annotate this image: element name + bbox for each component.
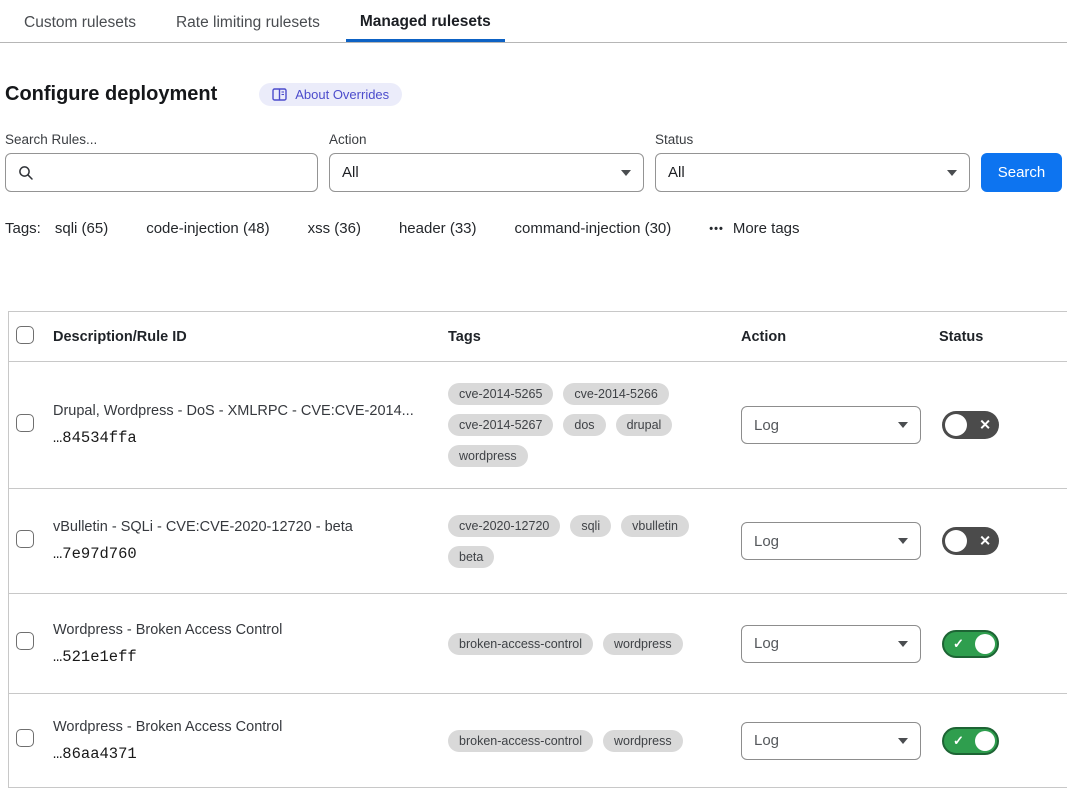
action-select[interactable]: Log: [741, 625, 921, 663]
rule-tag: cve-2014-5267: [448, 414, 553, 436]
rule-tag: cve-2014-5265: [448, 383, 553, 405]
row-checkbox[interactable]: [16, 729, 34, 747]
rule-title: vBulletin - SQLi - CVE:CVE-2020-12720 - …: [53, 519, 428, 535]
check-icon: ✓: [953, 734, 964, 747]
table-row: Wordpress - Broken Access Control …521e1e…: [9, 594, 1067, 694]
tags-bar-items: sqli (65) code-injection (48) xss (36) head…: [55, 220, 671, 237]
rule-title: Wordpress - Broken Access Control: [53, 719, 428, 735]
rule-tag: beta: [448, 546, 494, 568]
tab-managed-rulesets[interactable]: Managed rulesets: [346, 1, 505, 42]
rule-title: Drupal, Wordpress - DoS - XMLRPC - CVE:C…: [53, 403, 428, 419]
tab-custom-rulesets[interactable]: Custom rulesets: [10, 2, 150, 42]
chevron-down-icon: [621, 170, 631, 176]
status-toggle[interactable]: ✓: [942, 630, 999, 658]
action-select-value: Log: [754, 732, 779, 749]
select-all-checkbox[interactable]: [16, 326, 34, 344]
rule-tag: broken-access-control: [448, 633, 593, 655]
chevron-down-icon: [898, 538, 908, 544]
action-filter-select[interactable]: All: [329, 153, 644, 192]
page-header: Configure deployment About Overrides: [5, 83, 1062, 106]
chevron-down-icon: [898, 422, 908, 428]
rule-tag: dos: [563, 414, 605, 436]
filter-bar: Search Rules... Action All Status All Se…: [5, 132, 1062, 192]
toggle-knob: [945, 414, 967, 436]
table-body: Drupal, Wordpress - DoS - XMLRPC - CVE:C…: [9, 362, 1067, 788]
status-toggle[interactable]: ✕: [942, 411, 999, 439]
action-select-value: Log: [754, 417, 779, 434]
rule-tag: drupal: [616, 414, 673, 436]
action-select[interactable]: Log: [741, 722, 921, 760]
action-select[interactable]: Log: [741, 406, 921, 444]
about-overrides-label: About Overrides: [295, 87, 389, 102]
action-filter-label: Action: [329, 132, 644, 147]
rule-tag: vbulletin: [621, 515, 689, 537]
ellipsis-icon: •••: [709, 223, 724, 235]
table-row: Wordpress - Broken Access Control …86aa43…: [9, 694, 1067, 788]
toggle-knob: [975, 731, 995, 751]
column-header-tags: Tags: [448, 329, 741, 345]
search-input[interactable]: [43, 163, 305, 182]
column-header-action: Action: [741, 329, 939, 345]
table-row: vBulletin - SQLi - CVE:CVE-2020-12720 - …: [9, 489, 1067, 594]
tab-bar: Custom rulesets Rate limiting rulesets M…: [0, 0, 1067, 43]
table-row: Drupal, Wordpress - DoS - XMLRPC - CVE:C…: [9, 362, 1067, 489]
page-title: Configure deployment: [5, 83, 217, 106]
tags-bar-label: Tags:: [5, 220, 41, 237]
row-checkbox[interactable]: [16, 632, 34, 650]
rule-id: …86aa4371: [53, 745, 428, 763]
rule-id: …84534ffa: [53, 429, 428, 447]
chevron-down-icon: [898, 738, 908, 744]
rule-tag: wordpress: [448, 445, 528, 467]
status-toggle[interactable]: ✕: [942, 527, 999, 555]
tag-filter-item[interactable]: sqli (65): [55, 220, 108, 237]
rule-tag: broken-access-control: [448, 730, 593, 752]
tags-bar: Tags: sqli (65) code-injection (48) xss (3…: [5, 220, 1062, 237]
tab-rate-limiting-rulesets[interactable]: Rate limiting rulesets: [162, 2, 334, 42]
rule-id: …7e97d760: [53, 545, 428, 563]
book-icon: [272, 88, 287, 101]
rule-tag: wordpress: [603, 730, 683, 752]
search-button[interactable]: Search: [981, 153, 1062, 192]
action-select[interactable]: Log: [741, 522, 921, 560]
tag-filter-item[interactable]: code-injection (48): [146, 220, 269, 237]
status-toggle[interactable]: ✓: [942, 727, 999, 755]
about-overrides-link[interactable]: About Overrides: [259, 83, 402, 106]
rule-tag: sqli: [570, 515, 611, 537]
rules-table: Description/Rule ID Tags Action Status D…: [8, 311, 1067, 788]
row-checkbox[interactable]: [16, 530, 34, 548]
column-header-description: Description/Rule ID: [53, 329, 448, 345]
row-checkbox[interactable]: [16, 414, 34, 432]
search-rules-label: Search Rules...: [5, 132, 318, 147]
table-header-row: Description/Rule ID Tags Action Status: [9, 312, 1067, 362]
more-tags-label: More tags: [733, 220, 800, 237]
status-filter-label: Status: [655, 132, 970, 147]
more-tags-button[interactable]: ••• More tags: [709, 220, 799, 237]
toggle-knob: [975, 634, 995, 654]
search-input-box: [5, 153, 318, 192]
check-icon: ✓: [953, 637, 964, 650]
tag-filter-item[interactable]: command-injection (30): [515, 220, 672, 237]
action-filter-value: All: [342, 164, 359, 181]
cross-icon: ✕: [979, 418, 991, 432]
rule-tag: wordpress: [603, 633, 683, 655]
action-select-value: Log: [754, 635, 779, 652]
rule-id: …521e1eff: [53, 648, 428, 666]
column-header-status: Status: [939, 329, 1067, 345]
chevron-down-icon: [947, 170, 957, 176]
toggle-knob: [945, 530, 967, 552]
rule-title: Wordpress - Broken Access Control: [53, 622, 428, 638]
status-filter-value: All: [668, 164, 685, 181]
action-select-value: Log: [754, 533, 779, 550]
status-filter-select[interactable]: All: [655, 153, 970, 192]
rule-tag: cve-2020-12720: [448, 515, 560, 537]
cross-icon: ✕: [979, 534, 991, 548]
tag-filter-item[interactable]: xss (36): [308, 220, 361, 237]
rule-tag: cve-2014-5266: [563, 383, 668, 405]
chevron-down-icon: [898, 641, 908, 647]
search-icon: [18, 165, 34, 181]
tag-filter-item[interactable]: header (33): [399, 220, 477, 237]
